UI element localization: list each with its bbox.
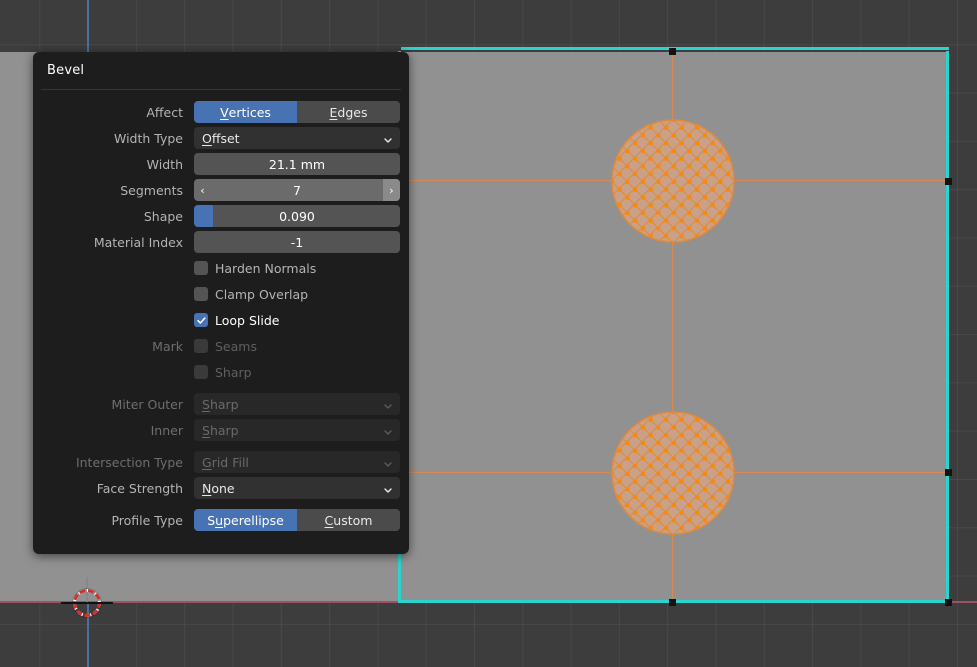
miter-outer-value-rest: harp: [209, 396, 239, 412]
row-material-index: Material Index -1: [42, 230, 400, 254]
chevron-down-icon: [383, 400, 392, 409]
clamp-overlap-checkbox[interactable]: [194, 287, 208, 301]
segments-decrement-icon[interactable]: ‹: [194, 179, 211, 201]
bevel-operator-panel[interactable]: Bevel Affect Vertices Edges Width Type O: [33, 52, 409, 554]
shape-slider-fill: [194, 205, 213, 227]
row-segments: Segments ‹ 7 ›: [42, 178, 400, 202]
material-index-value-field[interactable]: -1: [194, 231, 400, 253]
label-width-type: Width Type: [113, 130, 183, 146]
row-miter-outer: Miter Outer Sharp: [42, 392, 400, 416]
label-width: Width: [146, 156, 183, 172]
row-clamp-overlap: Clamp Overlap: [42, 282, 400, 306]
intersection-type-value-rest: rid Fill: [211, 454, 249, 470]
checkmark-icon: [196, 316, 206, 324]
label-affect: Affect: [146, 104, 183, 120]
clamp-overlap-label: Clamp Overlap: [215, 286, 309, 302]
profile-custom-rest: ustom: [333, 512, 373, 528]
mark-sharp-label: Sharp: [215, 364, 252, 380]
mark-seams-checkbox: [194, 339, 208, 353]
label-miter-inner: Inner: [150, 422, 183, 438]
label-mark: Mark: [152, 338, 183, 354]
row-affect: Affect Vertices Edges: [42, 100, 400, 124]
3d-cursor[interactable]: [61, 577, 113, 623]
label-shape: Shape: [143, 208, 183, 224]
uv-sphere-bottom[interactable]: [611, 411, 735, 535]
row-harden-normals: Harden Normals: [42, 256, 400, 280]
face-strength-value-rest: one: [211, 480, 235, 496]
profile-type-option-superellipse[interactable]: Su perellipse: [194, 509, 297, 531]
mesh-vertex[interactable]: [669, 48, 676, 55]
label-face-strength: Face Strength: [96, 480, 183, 496]
mesh-vertex[interactable]: [945, 178, 952, 185]
row-loop-slide: Loop Slide: [42, 308, 400, 332]
segments-value: 7: [293, 182, 301, 198]
row-miter-inner: Inner Sharp: [42, 418, 400, 442]
harden-normals-checkbox[interactable]: [194, 261, 208, 275]
miter-outer-dropdown: Sharp: [194, 393, 400, 415]
width-type-value-rest: ffset: [211, 130, 240, 146]
intersection-type-dropdown: Grid Fill: [194, 451, 400, 473]
panel-title: Bevel: [47, 63, 85, 78]
mesh-vertex[interactable]: [945, 599, 952, 606]
profile-type-toggle-group[interactable]: Su perellipse Custom: [194, 509, 400, 531]
blender-window: Bevel Affect Vertices Edges Width Type O: [0, 0, 977, 667]
row-mark-seams: Mark Seams: [42, 334, 400, 358]
affect-option-edges[interactable]: Edges: [297, 101, 400, 123]
mesh-vertex[interactable]: [669, 599, 676, 606]
affect-edges-rest: dges: [337, 104, 368, 120]
affect-vertices-rest: ertices: [228, 104, 271, 120]
label-profile-type: Profile Type: [111, 512, 183, 528]
mesh-vertex[interactable]: [945, 469, 952, 476]
material-index-value: -1: [290, 234, 304, 250]
width-value: 21.1 mm: [268, 156, 326, 172]
affect-toggle-group[interactable]: Vertices Edges: [194, 101, 400, 123]
loop-slide-label: Loop Slide: [215, 312, 280, 328]
uv-sphere-top[interactable]: [611, 119, 735, 243]
chevron-down-icon: [383, 134, 392, 143]
affect-option-vertices[interactable]: Vertices: [194, 101, 297, 123]
3d-cursor-crosshair: [61, 602, 113, 604]
selection-outline-right: [946, 51, 949, 603]
face-strength-dropdown[interactable]: None: [194, 477, 400, 499]
chevron-down-icon: [383, 426, 392, 435]
chevron-down-icon: [383, 484, 392, 493]
segments-value-field[interactable]: ‹ 7 ›: [194, 179, 400, 201]
row-profile-type: Profile Type Su perellipse Custom: [42, 508, 400, 532]
profile-superellipse-rest: perellipse: [223, 512, 284, 528]
segments-increment-icon[interactable]: ›: [383, 179, 400, 201]
row-face-strength: Face Strength None: [42, 476, 400, 500]
label-intersection-type: Intersection Type: [75, 454, 183, 470]
row-width: Width 21.1 mm: [42, 152, 400, 176]
panel-rows: Affect Vertices Edges Width Type Offset: [33, 90, 409, 532]
chevron-down-icon: [383, 458, 392, 467]
row-mark-sharp: Sharp: [42, 360, 400, 384]
harden-normals-label: Harden Normals: [215, 260, 317, 276]
row-shape: Shape 0.090: [42, 204, 400, 228]
width-type-dropdown[interactable]: Offset: [194, 127, 400, 149]
row-width-type: Width Type Offset: [42, 126, 400, 150]
profile-type-option-custom[interactable]: Custom: [297, 509, 400, 531]
row-intersection-type: Intersection Type Grid Fill: [42, 450, 400, 474]
miter-inner-value-rest: harp: [209, 422, 239, 438]
shape-value: 0.090: [279, 208, 315, 224]
shape-slider[interactable]: 0.090: [194, 205, 400, 227]
mark-sharp-checkbox: [194, 365, 208, 379]
loop-slide-checkbox[interactable]: [194, 313, 208, 327]
mark-seams-label: Seams: [215, 338, 257, 354]
label-miter-outer: Miter Outer: [111, 396, 183, 412]
miter-inner-dropdown: Sharp: [194, 419, 400, 441]
label-material-index: Material Index: [93, 234, 183, 250]
label-segments: Segments: [120, 182, 183, 198]
width-value-field[interactable]: 21.1 mm: [194, 153, 400, 175]
